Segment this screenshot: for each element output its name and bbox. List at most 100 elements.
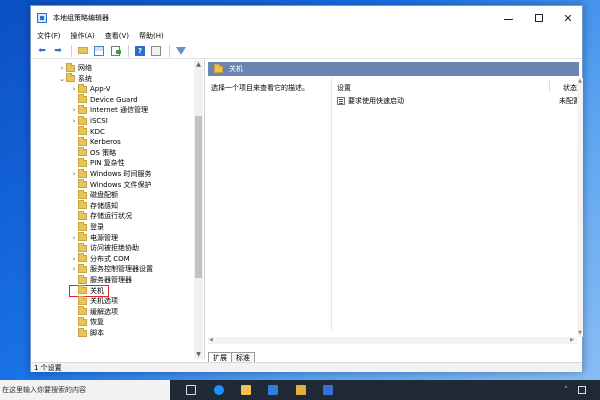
gpedit-app-icon — [37, 13, 47, 23]
chevron-down-icon[interactable]: ⌄ — [58, 74, 66, 84]
tree-item-label: OS 策略 — [90, 148, 117, 157]
export-icon — [110, 45, 121, 56]
tree-item[interactable]: Device Guard — [70, 94, 138, 105]
tree-item[interactable]: 存储感知 — [70, 200, 118, 211]
group-policy-editor-window: 本地组策略编辑器 ✕ 文件(F) 操作(A) 查看(V) 帮助(H) ⬅ ➡ ?… — [30, 5, 583, 372]
details-vertical-scrollbar[interactable]: ▲ ▼ — [577, 78, 583, 337]
chevron-right-icon[interactable]: › — [70, 84, 78, 94]
show-tree-button[interactable] — [92, 44, 106, 58]
tree-item[interactable]: OS 策略 — [70, 147, 117, 158]
file-explorer-icon[interactable] — [241, 385, 251, 395]
toolbar-separator — [169, 44, 170, 57]
properties-button[interactable] — [149, 44, 163, 58]
mail-icon[interactable] — [296, 385, 306, 395]
forward-button[interactable]: ➡ — [51, 44, 65, 58]
close-button[interactable]: ✕ — [554, 6, 582, 30]
column-header-state[interactable]: 状态 — [563, 83, 577, 93]
tree-item[interactable]: 登录 — [70, 221, 104, 232]
chevron-right-icon[interactable]: › — [70, 105, 78, 115]
tree-item[interactable]: › App-V — [70, 83, 111, 94]
chevron-right-icon[interactable]: › — [70, 254, 78, 264]
chevron-right-icon[interactable]: › — [70, 264, 78, 274]
tree-item[interactable]: › iSCSI — [70, 115, 108, 126]
tree-item-label: 登录 — [90, 223, 104, 231]
tree-item[interactable]: Kerberos — [70, 136, 121, 147]
chevron-right-icon[interactable]: › — [58, 63, 66, 73]
back-button[interactable]: ⬅ — [35, 44, 49, 58]
minimize-button[interactable] — [494, 6, 522, 30]
setting-row[interactable]: 要求使用快速启动 — [337, 96, 404, 106]
tree-item-label: PIN 复杂性 — [90, 159, 125, 168]
tree-item-label: 恢复 — [90, 318, 104, 327]
menu-help[interactable]: 帮助(H) — [139, 30, 164, 42]
tree-item[interactable]: PIN 复杂性 — [70, 157, 125, 168]
chevron-right-icon[interactable]: › — [70, 169, 78, 179]
task-view-icon[interactable] — [186, 385, 196, 395]
details-header-title: 关机 — [229, 65, 243, 73]
scroll-right-icon[interactable]: ▶ — [570, 337, 574, 343]
close-icon: ✕ — [563, 11, 573, 25]
folder-icon — [78, 179, 87, 189]
tree-scrollbar[interactable]: ▲ ▼ — [194, 60, 203, 359]
tree-item[interactable]: 磁盘配额 — [70, 189, 118, 200]
scroll-left-icon[interactable]: ◀ — [209, 337, 213, 343]
tree-item-label: 服务器管理器 — [90, 276, 132, 284]
menu-action[interactable]: 操作(A) — [71, 30, 95, 42]
folder-icon — [78, 210, 87, 220]
help-button[interactable]: ? — [133, 44, 147, 58]
folder-icon — [78, 83, 87, 93]
tree-item[interactable]: 访问被拒绝协助 — [70, 242, 139, 253]
toolbar: ⬅ ➡ ? — [31, 43, 582, 59]
tree-item[interactable]: › 分布式 COM — [70, 253, 130, 264]
column-header-setting[interactable]: 设置 — [337, 83, 351, 93]
details-pane: 关机 选择一个项目来查看它的描述。 设置 状态 要求使用快速启动 未配置 ▲ ▼… — [208, 60, 584, 351]
tree-scroll-thumb[interactable] — [195, 116, 202, 278]
folder-icon — [78, 327, 87, 337]
tree-item[interactable]: 缓解选项 — [70, 306, 118, 317]
tree-item[interactable]: 存储运行状况 — [70, 210, 132, 221]
tree-item[interactable]: › 服务控制管理器设置 — [70, 263, 153, 274]
tray-chevron-icon[interactable]: ⌃ — [563, 385, 569, 393]
column-separator[interactable] — [549, 81, 550, 91]
tree-item[interactable]: › Windows 时间服务 — [70, 168, 151, 179]
tree-item-label: Internet 通信管理 — [90, 106, 149, 115]
store-icon[interactable] — [268, 385, 278, 395]
gpedit-taskbar-icon[interactable] — [323, 385, 333, 395]
menu-file[interactable]: 文件(F) — [37, 30, 61, 42]
tree-item-selected[interactable]: 关机 — [69, 284, 109, 297]
policy-tree[interactable]: › 网络 ⌄ 系统 › App-V Device Guard › Internet 通信管理 › i… — [32, 60, 205, 359]
filter-button[interactable] — [174, 44, 188, 58]
chevron-right-icon[interactable]: › — [70, 233, 78, 243]
folder-icon — [214, 63, 223, 73]
tree-item[interactable]: KDC — [70, 126, 105, 137]
up-one-level-button[interactable] — [76, 44, 90, 58]
tree-item[interactable]: 服务器管理器 — [70, 274, 132, 285]
tree-item[interactable]: › Internet 通信管理 — [70, 104, 149, 115]
scroll-down-icon[interactable]: ▼ — [195, 351, 202, 358]
network-icon[interactable] — [578, 386, 586, 394]
scroll-down-icon[interactable]: ▼ — [577, 330, 583, 336]
tree-item[interactable]: 关机选项 — [70, 295, 118, 306]
tree-item[interactable]: 脚本 — [70, 327, 104, 338]
tree-item[interactable]: Windows 文件保护 — [70, 179, 151, 190]
folder-icon — [78, 253, 87, 263]
taskbar-search-box[interactable]: 在这里输入你要搜索的内容 — [0, 380, 170, 400]
tree-item[interactable]: › 电源管理 — [70, 232, 118, 243]
chevron-right-icon[interactable]: › — [70, 116, 78, 126]
tree-item-label: iSCSI — [90, 117, 108, 125]
tree-item[interactable]: › 网络 — [58, 62, 92, 73]
tree-item[interactable]: ⌄ 系统 — [58, 73, 92, 84]
menu-view[interactable]: 查看(V) — [105, 30, 129, 42]
export-list-button[interactable] — [108, 44, 122, 58]
toolbar-separator — [128, 44, 129, 57]
edge-browser-icon[interactable] — [214, 385, 224, 395]
folder-icon — [78, 157, 87, 167]
scroll-up-icon[interactable]: ▲ — [577, 78, 583, 84]
tree-item[interactable]: 恢复 — [70, 316, 104, 327]
details-horizontal-scrollbar[interactable]: ◀ ▶ — [208, 337, 577, 344]
scroll-up-icon[interactable]: ▲ — [195, 61, 202, 68]
maximize-button[interactable] — [525, 6, 553, 30]
status-text: 1 个设置 — [34, 364, 62, 372]
minimize-icon — [503, 18, 513, 20]
title-bar[interactable]: 本地组策略编辑器 ✕ — [31, 6, 582, 30]
